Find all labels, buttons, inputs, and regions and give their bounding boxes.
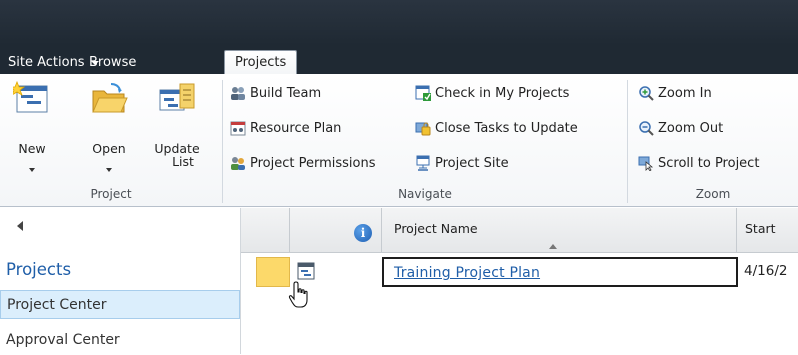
hand-cursor-icon (288, 281, 308, 308)
build-team-icon (231, 86, 245, 100)
table-row[interactable]: Training Project Plan 4/16/2 (241, 257, 798, 287)
project-name-header-label: Project Name (394, 221, 478, 236)
project-site-label: Project Site (435, 156, 509, 171)
zoom-in-icon (639, 85, 654, 101)
scroll-to-project-label: Scroll to Project (658, 156, 760, 171)
zoom-in-button[interactable]: Zoom In (638, 84, 712, 104)
row-header-column (241, 208, 290, 253)
build-team-button[interactable]: Build Team (230, 84, 321, 104)
site-actions-label: Site Actions (8, 55, 85, 70)
check-in-icon (415, 85, 431, 101)
ribbon: New Open Update List Project Build Team … (0, 74, 798, 207)
left-navigation: Projects Project Center Approval Center (0, 208, 240, 354)
resource-plan-icon (230, 121, 246, 135)
column-header-start[interactable]: Start (737, 208, 798, 253)
collapse-left-arrow-icon[interactable] (17, 221, 23, 231)
open-dropdown-caret-icon (106, 168, 112, 172)
new-dropdown-caret-icon (29, 168, 35, 172)
start-date-cell: 4/16/2 (744, 263, 788, 279)
zoom-in-label: Zoom In (658, 86, 712, 101)
project-site-icon (416, 155, 430, 171)
resource-plan-button[interactable]: Resource Plan (230, 119, 341, 139)
nav-heading-projects[interactable]: Projects (6, 260, 71, 279)
close-tasks-icon (415, 122, 431, 135)
project-permissions-button[interactable]: Project Permissions (230, 154, 376, 174)
update-list-icon (159, 83, 195, 111)
start-header-label: Start (745, 221, 776, 236)
info-icon: i (354, 224, 372, 242)
check-in-my-projects-button[interactable]: Check in My Projects (415, 84, 569, 104)
update-list-label: Update List (148, 142, 206, 168)
new-button[interactable]: New (12, 78, 52, 178)
project-site-button[interactable]: Project Site (415, 154, 509, 174)
build-team-label: Build Team (250, 86, 322, 101)
zoom-out-icon (639, 120, 654, 136)
site-actions-tab[interactable]: Site Actions (8, 53, 99, 74)
column-header-project-name[interactable]: Project Name (382, 208, 737, 253)
close-tasks-to-update-button[interactable]: Close Tasks to Update (415, 119, 578, 139)
project-name-cell[interactable]: Training Project Plan (382, 257, 738, 287)
top-header-bar (0, 0, 798, 45)
open-label: Open (92, 141, 126, 156)
scroll-to-project-button[interactable]: Scroll to Project (638, 154, 759, 174)
navigate-group-label: Navigate (398, 187, 452, 201)
new-label: New (18, 141, 46, 156)
tab-projects[interactable]: Projects (224, 50, 298, 75)
new-icon (13, 80, 48, 113)
resource-plan-label: Resource Plan (250, 121, 342, 136)
nav-item-project-center[interactable]: Project Center (0, 290, 240, 319)
zoom-out-button[interactable]: Zoom Out (638, 119, 723, 139)
zoom-out-label: Zoom Out (658, 121, 724, 136)
permissions-icon (231, 156, 245, 170)
check-in-label: Check in My Projects (435, 86, 570, 101)
scroll-to-project-icon (638, 156, 654, 171)
open-button[interactable]: Open (86, 78, 132, 178)
project-group-label: Project (90, 187, 132, 201)
update-list-button[interactable]: Update List (148, 78, 206, 178)
update-label-line2: List (172, 154, 194, 169)
project-grid: i Project Name Start Training Project Pl… (240, 208, 798, 354)
sort-ascending-icon (549, 244, 557, 249)
tab-browse[interactable]: Browse (89, 53, 136, 74)
project-permissions-label: Project Permissions (250, 156, 376, 171)
row-selector-cell[interactable] (256, 257, 290, 287)
indicators-column-header[interactable]: i (290, 208, 382, 253)
project-name-link[interactable]: Training Project Plan (384, 265, 540, 281)
nav-item-approval-center[interactable]: Approval Center (0, 326, 240, 355)
zoom-group-label: Zoom (695, 187, 731, 201)
open-folder-icon (92, 83, 128, 113)
close-tasks-label: Close Tasks to Update (435, 121, 578, 136)
ribbon-tab-row: Site Actions Browse Projects (0, 45, 798, 75)
project-type-icon (297, 262, 315, 280)
